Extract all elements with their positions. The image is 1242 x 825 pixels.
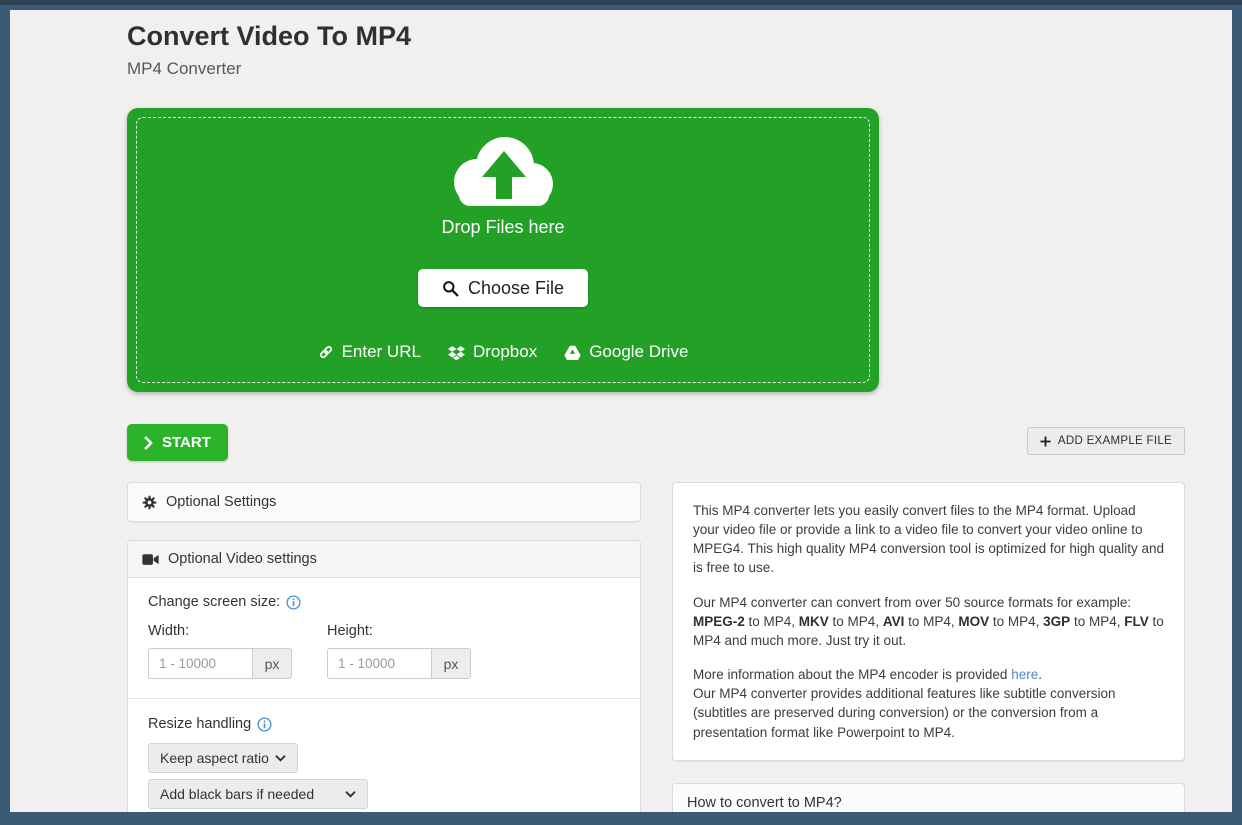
optional-settings-panel: Optional Settings <box>127 482 641 522</box>
resize-handling-label: Resize handling <box>148 716 251 732</box>
start-label: START <box>162 434 211 451</box>
video-camera-icon <box>142 553 159 566</box>
google-drive-icon <box>564 344 581 361</box>
height-px-addon: px <box>432 648 471 679</box>
drop-files-label: Drop Files here <box>441 217 564 238</box>
info-icon[interactable] <box>257 717 272 732</box>
format-name: MOV <box>958 614 989 629</box>
google-drive-button[interactable]: Google Drive <box>564 342 688 362</box>
format-name: MPEG-2 <box>693 614 745 629</box>
window-frame-top-edge <box>0 0 1242 5</box>
dropbox-icon <box>448 344 465 361</box>
section-divider <box>128 698 640 699</box>
optional-video-settings-header[interactable]: Optional Video settings <box>128 541 640 578</box>
optional-video-settings-panel: Optional Video settings Change screen si… <box>127 540 641 812</box>
here-link[interactable]: here <box>1011 667 1038 682</box>
add-example-file-button[interactable]: ADD EXAMPLE FILE <box>1027 427 1185 455</box>
chevron-down-icon <box>275 755 286 762</box>
black-bars-value: Add black bars if needed <box>160 786 314 802</box>
chevron-down-icon <box>345 791 356 798</box>
resize-handling-value: Keep aspect ratio <box>160 750 269 766</box>
width-input[interactable] <box>148 648 253 679</box>
optional-settings-title: Optional Settings <box>166 494 276 510</box>
black-bars-select[interactable]: Add black bars if needed <box>148 779 368 809</box>
how-to-convert-title: How to convert to MP4? <box>687 795 842 811</box>
how-to-convert-panel: How to convert to MP4? <box>672 783 1185 812</box>
info-paragraph-1: This MP4 converter lets you easily conve… <box>693 501 1164 578</box>
search-icon <box>442 280 459 297</box>
enter-url-button[interactable]: Enter URL <box>318 342 421 362</box>
link-icon <box>318 344 334 360</box>
height-label: Height: <box>327 623 471 639</box>
format-name: FLV <box>1124 614 1149 629</box>
width-label: Width: <box>148 623 292 639</box>
optional-settings-header[interactable]: Optional Settings <box>128 483 640 521</box>
info-icon[interactable] <box>286 595 301 610</box>
resize-handling-select[interactable]: Keep aspect ratio <box>148 743 298 773</box>
chevron-right-icon <box>144 436 153 450</box>
google-drive-label: Google Drive <box>589 342 688 362</box>
add-example-file-label: ADD EXAMPLE FILE <box>1058 435 1172 447</box>
info-paragraph-3: More information about the MP4 encoder i… <box>693 665 1164 742</box>
format-name: AVI <box>883 614 905 629</box>
converter-info-panel: This MP4 converter lets you easily conve… <box>672 482 1185 761</box>
dropbox-button[interactable]: Dropbox <box>448 342 537 362</box>
page-title: Convert Video To MP4 <box>127 10 1185 52</box>
choose-file-label: Choose File <box>468 278 564 299</box>
page-subtitle: MP4 Converter <box>127 59 1185 79</box>
format-name: 3GP <box>1043 614 1070 629</box>
format-name: MKV <box>799 614 829 629</box>
enter-url-label: Enter URL <box>342 342 421 362</box>
cloud-upload-icon <box>447 132 559 210</box>
gear-icon <box>142 495 157 510</box>
dropbox-label: Dropbox <box>473 342 537 362</box>
height-input[interactable] <box>327 648 432 679</box>
change-screen-size-label: Change screen size: <box>148 594 280 610</box>
choose-file-button[interactable]: Choose File <box>418 269 588 307</box>
width-px-addon: px <box>253 648 292 679</box>
how-to-convert-header[interactable]: How to convert to MP4? <box>673 784 1184 812</box>
file-dropzone[interactable]: Drop Files here Choose File <box>127 108 879 392</box>
page: Convert Video To MP4 MP4 Converter Drop … <box>10 10 1232 812</box>
plus-icon <box>1040 436 1051 447</box>
info-paragraph-2: Our MP4 converter can convert from over … <box>693 593 1164 650</box>
optional-video-settings-title: Optional Video settings <box>168 551 317 567</box>
start-button[interactable]: START <box>127 424 228 461</box>
